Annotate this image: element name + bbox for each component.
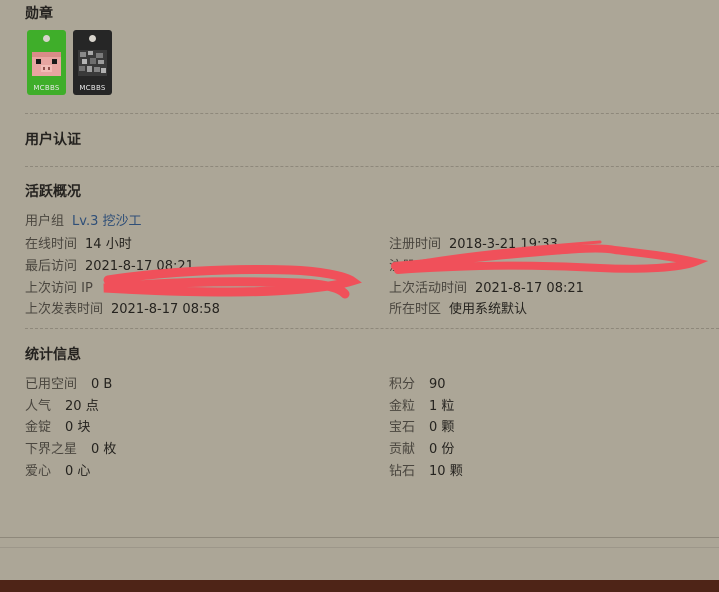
register-ip-row: 注册 IP <box>389 255 431 274</box>
activity-title: 活跃概况 <box>25 184 81 200</box>
stat-row: 贡献 0 份 <box>389 438 454 457</box>
stat-row: 下界之星 0 枚 <box>25 438 116 457</box>
last-post-label: 上次发表时间 <box>25 302 104 317</box>
stat-label: 下界之星 <box>25 442 78 457</box>
badge-pig[interactable]: MCBBS <box>27 30 66 95</box>
pig-icon <box>32 52 61 76</box>
bottom-bar <box>0 580 719 592</box>
stat-value: 0 份 <box>429 442 455 457</box>
online-time-label: 在线时间 <box>25 237 78 252</box>
last-visit-value: 2021-8-17 08:21 <box>85 259 194 274</box>
register-time-row: 注册时间 2018-3-21 19:33 <box>389 233 558 252</box>
badge-label: MCBBS <box>33 84 60 92</box>
timezone-row: 所在时区 使用系统默认 <box>389 298 527 317</box>
last-visit-row: 最后访问 2021-8-17 08:21 <box>25 255 194 274</box>
register-time-value: 2018-3-21 19:33 <box>449 237 558 252</box>
usergroup-label: 用户组 <box>25 214 65 229</box>
last-ip-row: 上次访问 IP <box>25 277 93 296</box>
stat-row: 爱心 0 心 <box>25 460 90 479</box>
last-post-row: 上次发表时间 2021-8-17 08:58 <box>25 298 220 317</box>
last-post-value: 2021-8-17 08:58 <box>111 302 220 317</box>
verification-title: 用户认证 <box>25 132 81 148</box>
stat-row: 积分 90 <box>389 373 446 392</box>
stat-value: 10 颗 <box>429 464 463 479</box>
stat-label: 爱心 <box>25 464 52 479</box>
register-time-label: 注册时间 <box>389 237 442 252</box>
last-ip-label: 上次访问 IP <box>25 281 93 296</box>
divider <box>25 166 719 167</box>
stat-label: 钻石 <box>389 464 416 479</box>
timezone-label: 所在时区 <box>389 302 442 317</box>
stat-label: 金粒 <box>389 399 416 414</box>
stat-row: 金粒 1 粒 <box>389 395 454 414</box>
stat-label: 宝石 <box>389 420 416 435</box>
last-visit-label: 最后访问 <box>25 259 78 274</box>
stat-value: 90 <box>429 377 446 392</box>
stat-row: 宝石 0 颗 <box>389 416 454 435</box>
last-active-label: 上次活动时间 <box>389 281 468 296</box>
stat-row: 钻石 10 颗 <box>389 460 463 479</box>
stat-row: 已用空间 0 B <box>25 373 112 392</box>
register-ip-label: 注册 IP <box>389 259 431 274</box>
timezone-value: 使用系统默认 <box>449 302 528 317</box>
stat-row: 金锭 0 块 <box>25 416 90 435</box>
usergroup-row: 用户组 Lv.3 挖沙工 <box>25 210 141 229</box>
stat-label: 人气 <box>25 399 52 414</box>
stat-value: 0 心 <box>65 464 91 479</box>
online-time-value: 14 小时 <box>85 237 132 252</box>
gravel-icon <box>78 50 107 76</box>
online-time-row: 在线时间 14 小时 <box>25 233 132 252</box>
stat-label: 积分 <box>389 377 416 392</box>
badge-gravel[interactable]: MCBBS <box>73 30 112 95</box>
stat-label: 贡献 <box>389 442 416 457</box>
stat-value: 1 粒 <box>429 399 455 414</box>
stat-value: 0 枚 <box>91 442 117 457</box>
stat-label: 已用空间 <box>25 377 78 392</box>
badge-label: MCBBS <box>79 84 106 92</box>
badges-title: 勋章 <box>25 6 53 22</box>
stats-title: 统计信息 <box>25 347 81 363</box>
stat-value: 20 点 <box>65 399 99 414</box>
last-active-value: 2021-8-17 08:21 <box>475 281 584 296</box>
divider <box>25 113 719 114</box>
last-active-row: 上次活动时间 2021-8-17 08:21 <box>389 277 584 296</box>
bottom-divider <box>0 547 719 548</box>
divider <box>25 328 719 329</box>
usergroup-link[interactable]: Lv.3 挖沙工 <box>72 214 141 229</box>
stat-value: 0 B <box>91 377 113 392</box>
bottom-divider <box>0 537 719 538</box>
stat-value: 0 颗 <box>429 420 455 435</box>
stat-value: 0 块 <box>65 420 91 435</box>
stat-row: 人气 20 点 <box>25 395 99 414</box>
stat-label: 金锭 <box>25 420 52 435</box>
